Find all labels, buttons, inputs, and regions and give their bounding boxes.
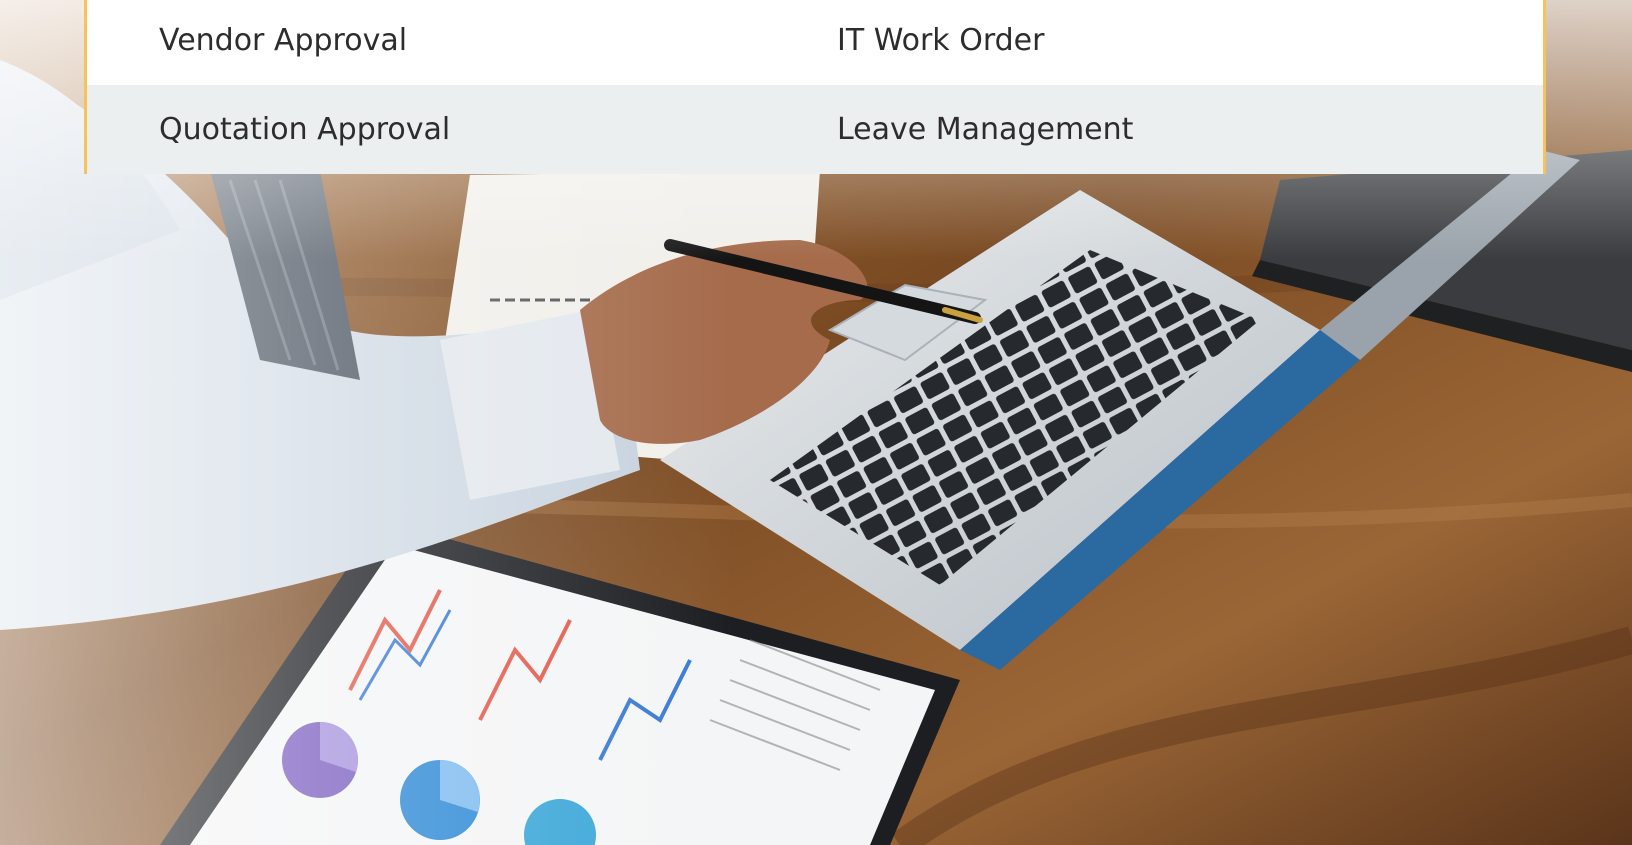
page: Vendor Approval IT Work Order Quotation … bbox=[0, 0, 1632, 845]
service-list-panel: Vendor Approval IT Work Order Quotation … bbox=[84, 0, 1546, 174]
service-quotation-approval[interactable]: Quotation Approval bbox=[87, 85, 829, 174]
service-it-work-order[interactable]: IT Work Order bbox=[829, 0, 1543, 85]
service-leave-management[interactable]: Leave Management bbox=[829, 85, 1543, 174]
service-vendor-approval[interactable]: Vendor Approval bbox=[87, 0, 829, 85]
